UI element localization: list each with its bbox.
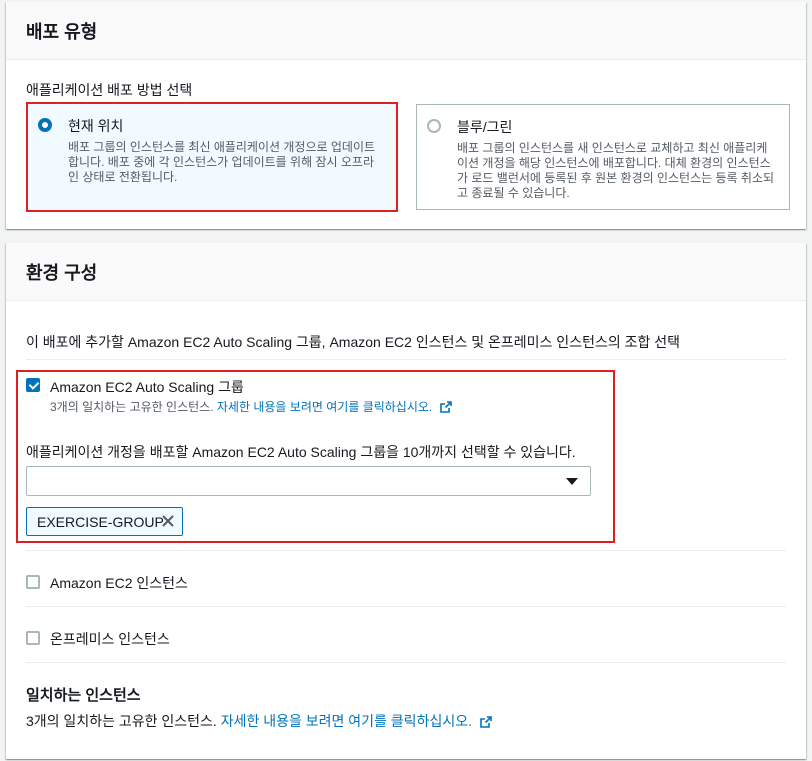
asg-match-text: 3개의 일치하는 고유한 인스턴스. <box>50 400 214 414</box>
matching-learn-more-link[interactable]: 자세한 내용을 보려면 여기를 클릭하십시오. <box>221 713 472 729</box>
ec2-label: Amazon EC2 인스턴스 <box>50 575 188 591</box>
environment-description: 이 배포에 추가할 Amazon EC2 Auto Scaling 그룹, Am… <box>26 334 681 350</box>
asg-checkbox[interactable] <box>26 378 40 392</box>
divider <box>26 550 786 551</box>
asg-label: Amazon EC2 Auto Scaling 그룹 <box>50 379 244 395</box>
divider <box>26 359 786 360</box>
close-icon[interactable] <box>160 513 176 529</box>
external-link-icon[interactable] <box>480 716 492 728</box>
blue-green-radio[interactable] <box>427 119 441 133</box>
matching-title: 일치하는 인스턴스 <box>26 687 141 704</box>
external-link-icon[interactable] <box>439 401 452 413</box>
environment-title: 환경 구성 <box>6 243 806 301</box>
caret-down-icon[interactable] <box>566 478 578 485</box>
asg-token-label: EXERCISE-GROUP <box>37 513 164 530</box>
blue-green-description: 배포 그룹의 인스턴스를 새 인스턴스로 교체하고 최신 애플리케이션 개정을 … <box>457 141 775 200</box>
asg-select[interactable] <box>26 466 591 496</box>
ec2-checkbox[interactable] <box>26 575 40 589</box>
divider <box>26 606 786 607</box>
environment-panel: 환경 구성 이 배포에 추가할 Amazon EC2 Auto Scaling … <box>6 243 806 759</box>
in-place-title: 현재 위치 <box>68 118 124 134</box>
onprem-checkbox[interactable] <box>26 631 40 645</box>
deployment-type-title: 배포 유형 <box>6 2 806 60</box>
asg-select-label: 애플리케이션 개정을 배포할 Amazon EC2 Auto Scaling 그… <box>26 444 576 460</box>
deployment-method-label: 애플리케이션 배포 방법 선택 <box>26 82 193 98</box>
matching-text: 3개의 일치하는 고유한 인스턴스. <box>26 713 217 729</box>
in-place-option[interactable]: 현재 위치 배포 그룹의 인스턴스를 최신 애플리케이션 개정으로 업데이트합니… <box>26 102 398 212</box>
in-place-description: 배포 그룹의 인스턴스를 최신 애플리케이션 개정으로 업데이트합니다. 배포 … <box>68 140 376 184</box>
deployment-type-panel: 배포 유형 애플리케이션 배포 방법 선택 현재 위치 배포 그룹의 인스턴스를… <box>6 2 806 229</box>
blue-green-option[interactable]: 블루/그린 배포 그룹의 인스턴스를 새 인스턴스로 교체하고 최신 애플리케이… <box>416 104 790 210</box>
in-place-radio[interactable] <box>38 118 52 132</box>
asg-token: EXERCISE-GROUP <box>26 507 183 536</box>
onprem-label: 온프레미스 인스턴스 <box>50 631 170 647</box>
asg-learn-more-link[interactable]: 자세한 내용을 보려면 여기를 클릭하십시오. <box>217 400 432 414</box>
blue-green-title: 블루/그린 <box>457 119 513 135</box>
asg-match-info: 3개의 일치하는 고유한 인스턴스. 자세한 내용을 보려면 여기를 클릭하십시… <box>50 398 452 415</box>
divider <box>26 662 786 663</box>
matching-info: 3개의 일치하는 고유한 인스턴스. 자세한 내용을 보려면 여기를 클릭하십시… <box>26 711 492 731</box>
